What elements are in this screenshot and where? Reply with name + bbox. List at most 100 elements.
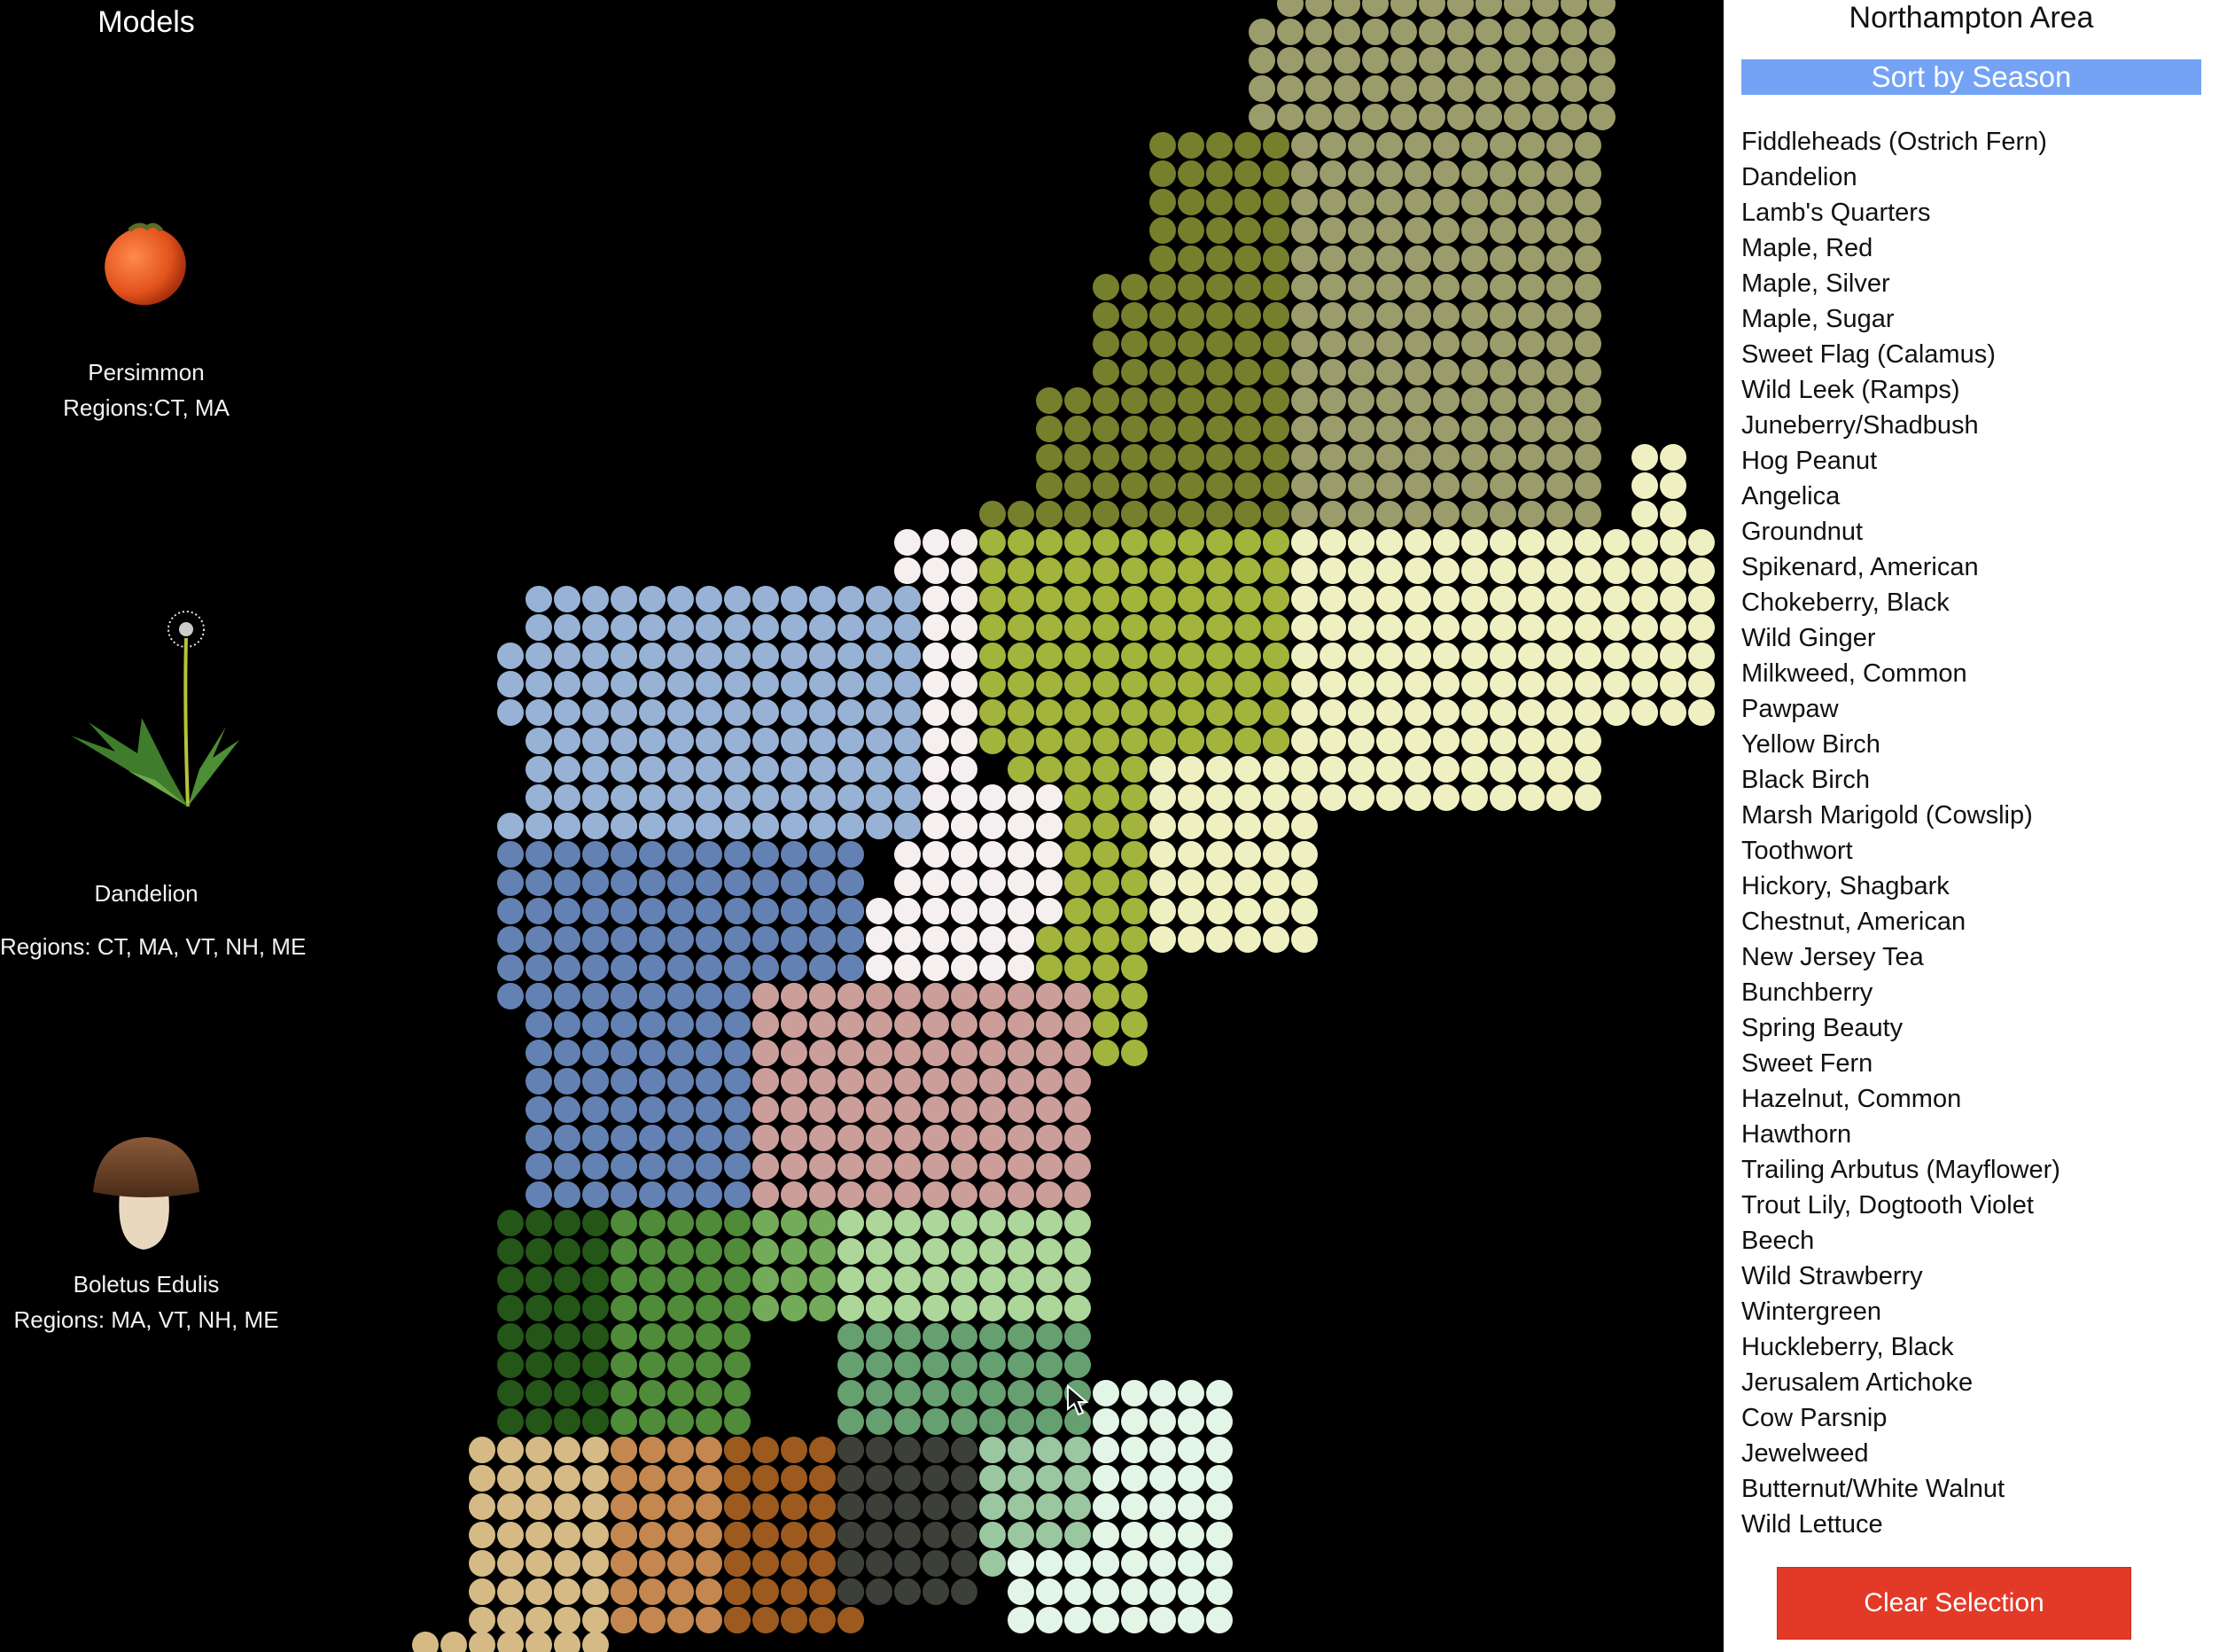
map-dot[interactable] — [1093, 1011, 1119, 1038]
map-dot[interactable] — [1178, 586, 1204, 612]
map-dot[interactable] — [1561, 47, 1587, 74]
species-list-item[interactable]: Hazelnut, Common — [1741, 1081, 2060, 1117]
map-dot[interactable] — [809, 1125, 836, 1151]
map-dot[interactable] — [1348, 586, 1374, 612]
map-dot[interactable] — [1575, 217, 1601, 244]
map-dot[interactable] — [752, 869, 779, 896]
map-dot[interactable] — [923, 1210, 949, 1236]
map-dot[interactable] — [1419, 19, 1445, 45]
map-dot[interactable] — [1093, 501, 1119, 527]
map-dot[interactable] — [1291, 245, 1318, 272]
map-dot[interactable] — [1575, 784, 1601, 811]
map-dot[interactable] — [1419, 75, 1445, 102]
map-dot[interactable] — [696, 1238, 722, 1265]
map-dot[interactable] — [1433, 501, 1460, 527]
map-dot[interactable] — [497, 1465, 524, 1492]
map-dot[interactable] — [1149, 529, 1176, 556]
map-dot[interactable] — [752, 1522, 779, 1548]
map-dot[interactable] — [1206, 1607, 1233, 1633]
map-dot[interactable] — [1490, 529, 1516, 556]
map-dot[interactable] — [1206, 614, 1233, 641]
map-dot[interactable] — [1320, 387, 1346, 414]
map-dot[interactable] — [1518, 614, 1545, 641]
map-dot[interactable] — [582, 1266, 609, 1293]
map-dot[interactable] — [1518, 557, 1545, 584]
map-dot[interactable] — [1490, 614, 1516, 641]
map-dot[interactable] — [1518, 302, 1545, 329]
map-dot[interactable] — [951, 557, 977, 584]
map-dot[interactable] — [1291, 132, 1318, 159]
species-list-item[interactable]: Hawthorn — [1741, 1117, 2060, 1152]
map-dot[interactable] — [696, 1465, 722, 1492]
map-dot[interactable] — [894, 784, 921, 811]
map-dot[interactable] — [1348, 132, 1374, 159]
map-dot[interactable] — [526, 1408, 552, 1435]
map-dot[interactable] — [1575, 557, 1601, 584]
map-dot[interactable] — [1546, 529, 1573, 556]
map-dot[interactable] — [1320, 472, 1346, 499]
map-dot[interactable] — [1405, 302, 1431, 329]
map-dot[interactable] — [696, 614, 722, 641]
map-dot[interactable] — [1433, 529, 1460, 556]
map-dot[interactable] — [1234, 331, 1261, 357]
map-dot[interactable] — [951, 813, 977, 839]
map-dot[interactable] — [611, 671, 637, 697]
map-dot[interactable] — [497, 898, 524, 924]
map-dot[interactable] — [752, 898, 779, 924]
map-dot[interactable] — [1405, 614, 1431, 641]
map-dot[interactable] — [1121, 501, 1148, 527]
map-dot[interactable] — [497, 1493, 524, 1520]
map-dot[interactable] — [1008, 1181, 1034, 1208]
map-dot[interactable] — [809, 614, 836, 641]
map-dot[interactable] — [724, 1522, 751, 1548]
map-dot[interactable] — [1008, 728, 1034, 754]
map-dot[interactable] — [696, 1578, 722, 1605]
map-dot[interactable] — [1277, 104, 1304, 130]
map-dot[interactable] — [1036, 614, 1063, 641]
map-dot[interactable] — [1348, 217, 1374, 244]
map-dot[interactable] — [866, 1295, 892, 1321]
map-dot[interactable] — [1433, 756, 1460, 783]
map-dot[interactable] — [923, 1040, 949, 1066]
map-dot[interactable] — [639, 1437, 666, 1463]
map-dot[interactable] — [1008, 1437, 1034, 1463]
map-dot[interactable] — [1490, 472, 1516, 499]
map-dot[interactable] — [1178, 444, 1204, 471]
map-dot[interactable] — [1518, 529, 1545, 556]
map-dot[interactable] — [752, 1295, 779, 1321]
map-dot[interactable] — [894, 898, 921, 924]
map-dot[interactable] — [497, 983, 524, 1009]
map-dot[interactable] — [1291, 274, 1318, 300]
map-dot[interactable] — [1660, 444, 1686, 471]
species-list-item[interactable]: Bunchberry — [1741, 975, 2060, 1010]
map-dot[interactable] — [1518, 189, 1545, 215]
map-dot[interactable] — [554, 1068, 580, 1095]
map-dot[interactable] — [1461, 302, 1488, 329]
map-dot[interactable] — [724, 586, 751, 612]
map-dot[interactable] — [951, 699, 977, 726]
map-dot[interactable] — [724, 955, 751, 981]
map-dot[interactable] — [1376, 217, 1403, 244]
map-dot[interactable] — [1603, 614, 1630, 641]
map-dot[interactable] — [1121, 1465, 1148, 1492]
map-dot[interactable] — [894, 1465, 921, 1492]
map-dot[interactable] — [1320, 331, 1346, 357]
map-dot[interactable] — [1178, 189, 1204, 215]
map-dot[interactable] — [1320, 699, 1346, 726]
map-dot[interactable] — [1490, 756, 1516, 783]
map-dot[interactable] — [582, 728, 609, 754]
map-dot[interactable] — [781, 643, 807, 669]
map-dot[interactable] — [837, 586, 864, 612]
map-dot[interactable] — [724, 671, 751, 697]
map-dot[interactable] — [1390, 75, 1417, 102]
map-dot[interactable] — [1149, 132, 1176, 159]
map-dot[interactable] — [1405, 501, 1431, 527]
map-dot[interactable] — [1178, 557, 1204, 584]
map-dot[interactable] — [1575, 359, 1601, 386]
map-dot[interactable] — [1532, 19, 1559, 45]
map-dot[interactable] — [1206, 586, 1233, 612]
map-dot[interactable] — [1121, 1040, 1148, 1066]
map-dot[interactable] — [1518, 586, 1545, 612]
map-dot[interactable] — [894, 1437, 921, 1463]
map-dot[interactable] — [752, 1068, 779, 1095]
